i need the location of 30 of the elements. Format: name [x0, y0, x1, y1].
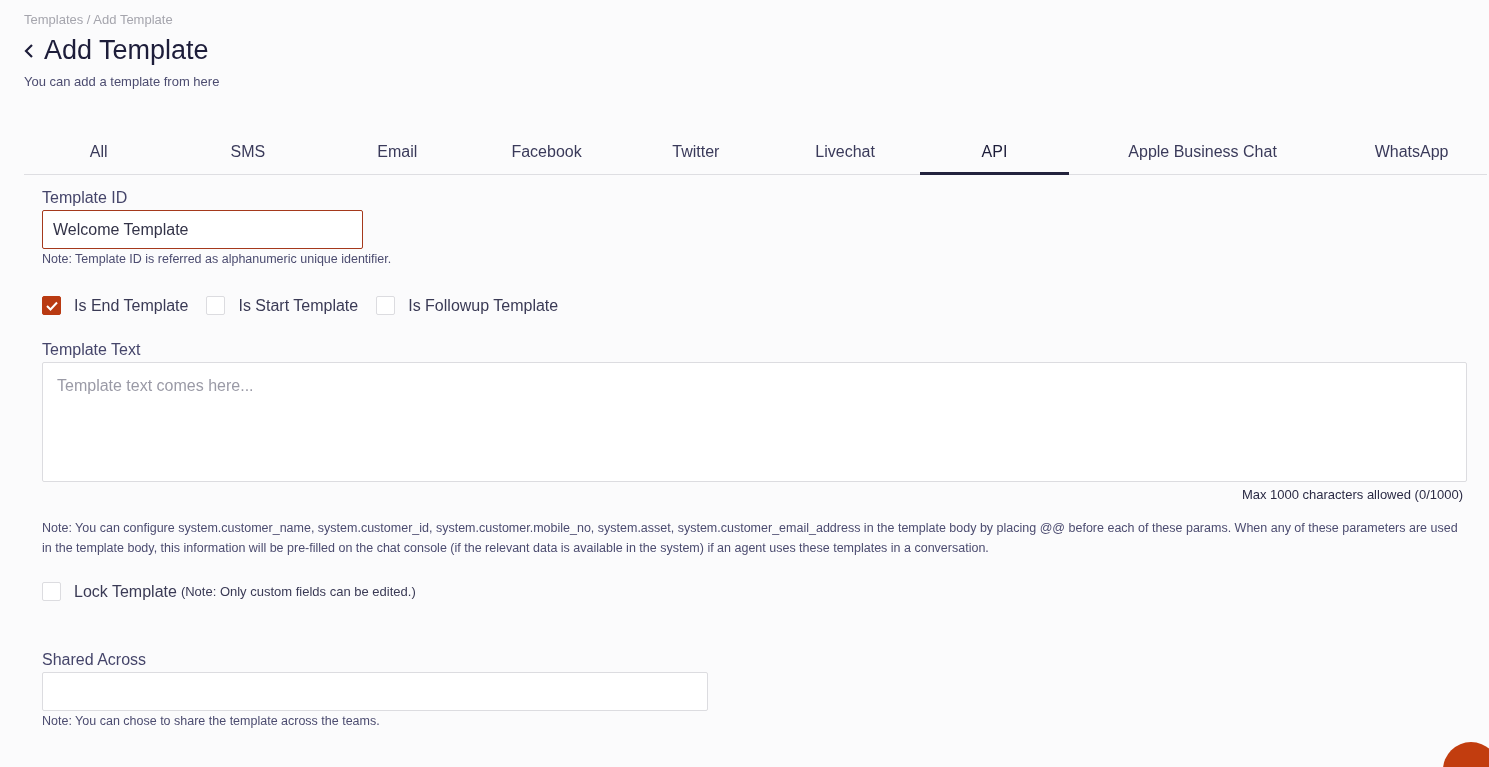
- tab[interactable]: Twitter: [621, 131, 771, 175]
- checkbox-hint: (Note: Only custom fields can be edited.): [180, 584, 416, 599]
- field-label: Template ID: [42, 189, 129, 207]
- template-id-field[interactable]: Welcome Template: [42, 210, 363, 249]
- tab[interactable]: SMS: [173, 131, 323, 175]
- breadcrumb: Templates / Add Template: [24, 12, 174, 27]
- character-counter: Max 1000 characters allowed (0/1000): [1241, 487, 1463, 502]
- tab[interactable]: Email: [322, 131, 472, 175]
- field-note: Note: You can configure system.customer_name, system.customer_id, system.customer.mobile_no, system.asset, system.customer_email_address in the template body by placing @@ before each of these params. When any of these parameters are used in the template body, this information will be pre-filled on the chat console (if the relevant data is available in the system) if an agent uses these templates in a conversation.: [42, 520, 1459, 557]
- tab[interactable]: Livechat: [770, 131, 920, 175]
- shared-across-field[interactable]: [42, 672, 708, 711]
- tab[interactable]: All: [24, 131, 174, 175]
- field-label: Template Text: [42, 341, 142, 359]
- checkbox-label: Is Followup Template: [408, 296, 559, 315]
- page-subtitle: You can add a template from here: [24, 74, 221, 89]
- back-icon[interactable]: [24, 42, 34, 59]
- template-text-field[interactable]: Template text comes here...: [42, 362, 1467, 482]
- checkbox-label: Is End Template: [74, 296, 189, 315]
- tab[interactable]: Apple Business Chat: [1069, 131, 1337, 175]
- tab[interactable]: API: [919, 131, 1070, 175]
- checkbox[interactable]: [42, 296, 61, 315]
- checkbox-label: Is Start Template: [238, 296, 359, 315]
- field-note: Note: Template ID is referred as alphanumeric unique identifier.: [42, 252, 393, 266]
- checkbox-label: Lock Template: [74, 582, 177, 601]
- check-icon: [45, 300, 58, 311]
- page-title: Add Template: [44, 35, 209, 66]
- field-label: Shared Across: [42, 651, 148, 669]
- tab[interactable]: WhatsApp: [1336, 131, 1487, 175]
- field-note: Note: You can chose to share the template across the teams.: [42, 714, 381, 728]
- tab[interactable]: Facebook: [471, 131, 622, 175]
